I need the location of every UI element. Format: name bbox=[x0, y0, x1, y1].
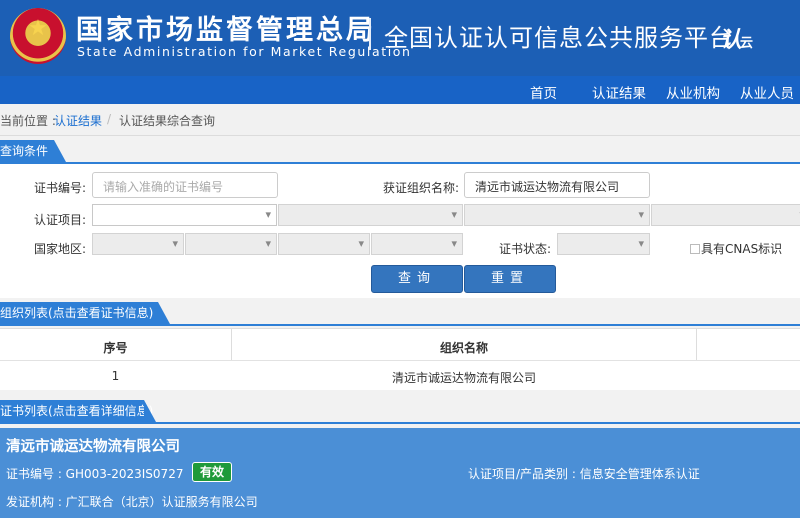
region-select-4[interactable] bbox=[371, 233, 463, 255]
cnas-label: 具有CNAS标识 bbox=[701, 242, 783, 256]
main-nav: 首页 认证结果 从业机构 从业人员 bbox=[0, 76, 800, 104]
org-list-section-header: 组织列表(点击查看证书信息) bbox=[0, 302, 800, 326]
org-table: 序号 组织名称 1 清远市诚运达物流有限公司 bbox=[0, 328, 800, 390]
table-row-org-name[interactable]: 清远市诚运达物流有限公司 bbox=[232, 369, 696, 386]
agency-name-en: State Administration for Market Regulati… bbox=[77, 44, 412, 59]
nav-item-personnel[interactable]: 从业人员 bbox=[740, 82, 794, 102]
cert-issuer: 发证机构 : 广汇联合（北京）认证服务有限公司 bbox=[6, 495, 258, 509]
nav-item-home[interactable]: 首页 bbox=[530, 82, 557, 102]
platform-title: 全国认证认可信息公共服务平台 bbox=[384, 24, 734, 52]
search-button[interactable]: 查询 bbox=[371, 265, 463, 293]
breadcrumb-link-results[interactable]: 认证结果 bbox=[54, 112, 102, 129]
cert-org-name[interactable]: 清远市诚运达物流有限公司 bbox=[6, 435, 180, 456]
breadcrumb-current: 认证结果综合查询 bbox=[119, 114, 216, 128]
breadcrumb-prefix: 当前位置 : bbox=[0, 114, 56, 128]
org-name-input[interactable]: 清远市诚运达物流有限公司 bbox=[464, 172, 650, 198]
national-emblem-icon: ★ bbox=[10, 8, 66, 64]
project-select-1[interactable] bbox=[92, 204, 277, 226]
header-divider bbox=[369, 18, 371, 50]
region-select-3[interactable] bbox=[278, 233, 370, 255]
cert-number: 证书编号 : GH003-2023IS0727 bbox=[6, 467, 184, 481]
cert-list-section-header: 证书列表(点击查看详细信息) bbox=[0, 400, 800, 424]
region-select-1[interactable] bbox=[92, 233, 184, 255]
cert-no-label: 证书编号: bbox=[34, 181, 87, 195]
cert-no-input[interactable]: 请输入准确的证书编号 bbox=[92, 172, 278, 198]
region-select-2[interactable] bbox=[185, 233, 277, 255]
query-section-header: 查询条件 bbox=[0, 140, 800, 164]
cnas-checkbox[interactable] bbox=[690, 244, 700, 254]
cnas-option[interactable]: 具有CNAS标识 bbox=[690, 240, 782, 257]
org-name-label: 获证组织名称: bbox=[383, 181, 460, 195]
status-label: 证书状态: bbox=[499, 242, 552, 256]
breadcrumb: 当前位置 : 认证结果 / 认证结果综合查询 bbox=[0, 104, 800, 136]
cert-project: 认证项目/产品类别 : 信息安全管理体系认证 bbox=[468, 467, 700, 481]
reset-button[interactable]: 重置 bbox=[464, 265, 556, 293]
region-label: 国家地区: bbox=[34, 242, 87, 256]
agency-name-cn: 国家市场监督管理总局 bbox=[76, 15, 376, 46]
column-header-org-name: 组织名称 bbox=[439, 341, 488, 355]
cert-list-section-title: 证书列表(点击查看详细信息) bbox=[0, 400, 156, 422]
platform-logo[interactable]: 认云 bbox=[720, 22, 753, 54]
query-section-title: 查询条件 bbox=[0, 140, 66, 162]
nav-item-results[interactable]: 认证结果 bbox=[592, 82, 646, 102]
table-row-index[interactable]: 1 bbox=[0, 369, 231, 383]
status-select[interactable] bbox=[557, 233, 650, 255]
project-select-4[interactable] bbox=[651, 204, 800, 226]
project-select-2[interactable] bbox=[278, 204, 463, 226]
breadcrumb-separator: / bbox=[107, 112, 112, 126]
nav-item-institutions[interactable]: 从业机构 bbox=[666, 82, 720, 102]
certificate-card[interactable]: 清远市诚运达物流有限公司 证书编号 : GH003-2023IS0727 有效 … bbox=[0, 428, 800, 518]
project-select-3[interactable] bbox=[464, 204, 650, 226]
column-header-index: 序号 bbox=[103, 341, 128, 355]
status-badge: 有效 bbox=[192, 462, 232, 482]
project-label: 认证项目: bbox=[34, 213, 87, 227]
column-divider bbox=[696, 329, 697, 360]
org-list-section-title: 组织列表(点击查看证书信息) bbox=[0, 302, 170, 324]
row-divider bbox=[0, 360, 800, 361]
site-header: ★ 国家市场监督管理总局 State Administration for Ma… bbox=[0, 0, 800, 76]
